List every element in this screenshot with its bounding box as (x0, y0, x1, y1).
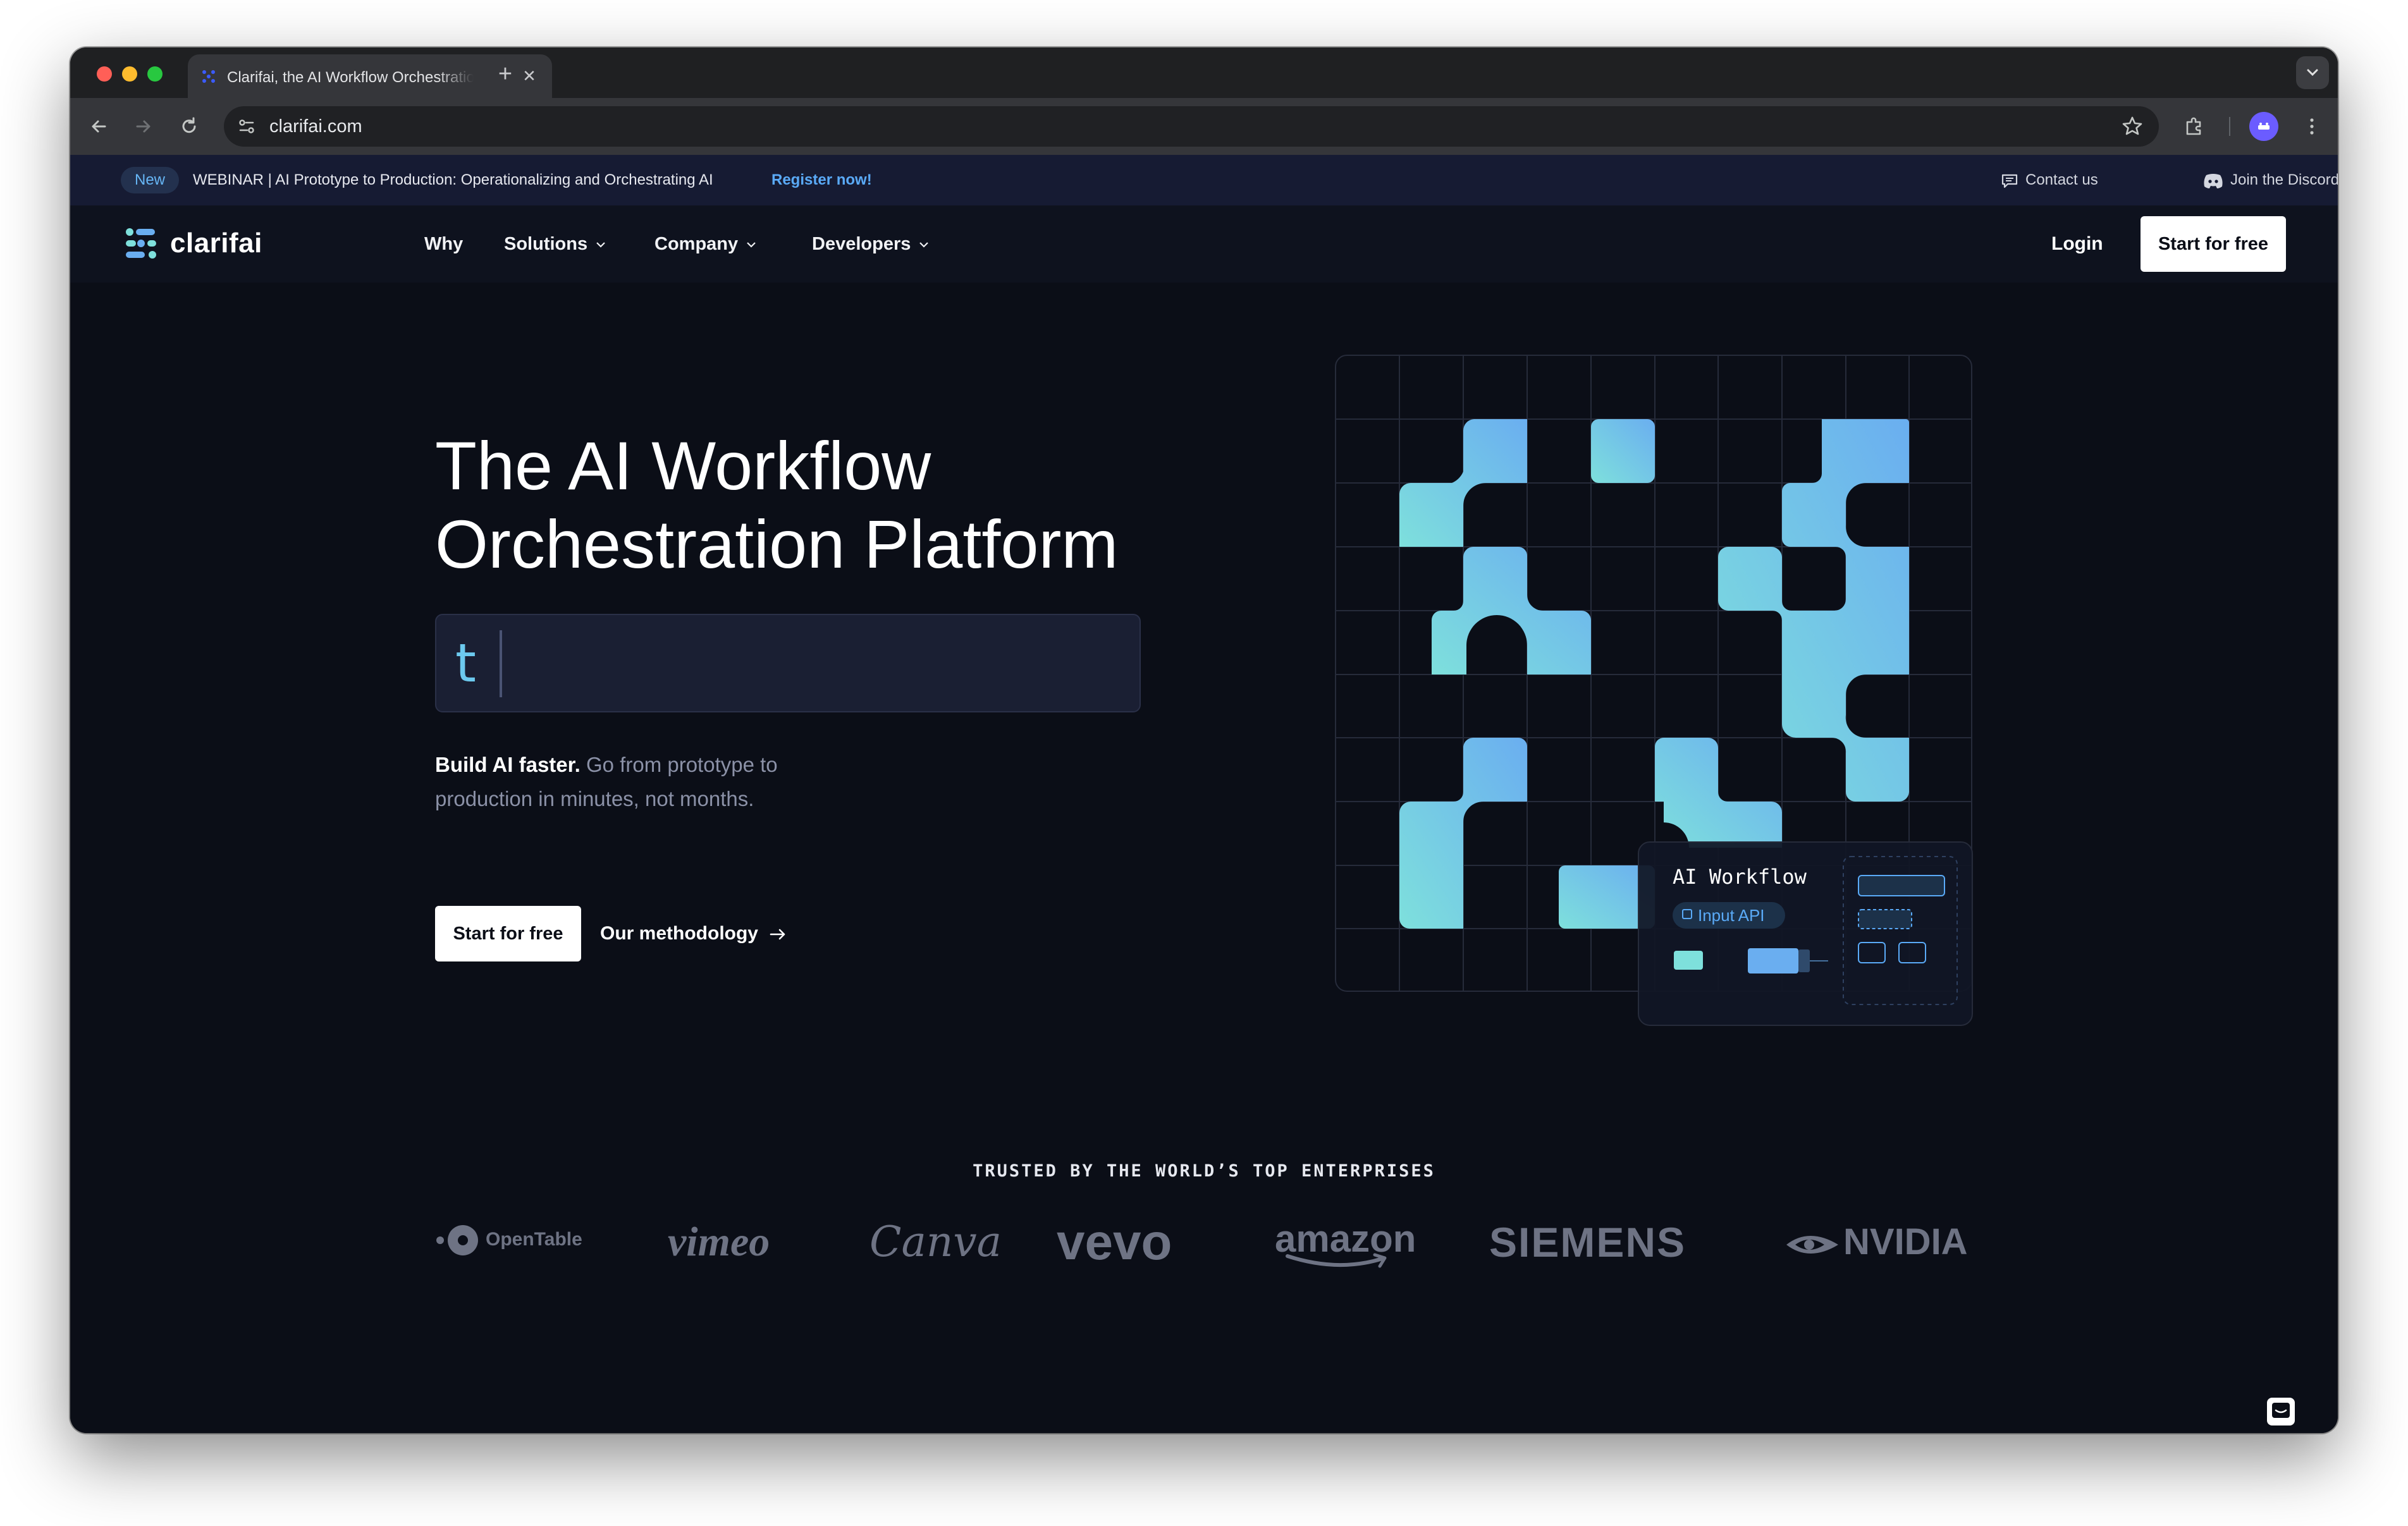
discord-icon (2204, 173, 2223, 188)
canva-logo: Canva (869, 1218, 1002, 1266)
minimize-window-button[interactable] (122, 66, 137, 82)
hero-title-line-2: Orchestration Platform (435, 506, 1119, 582)
arrow-right-icon (770, 929, 785, 940)
nvidia-wordmark: NVIDIA (1843, 1221, 1968, 1262)
nav-solutions[interactable]: Solutions (504, 231, 606, 257)
opentable-logo-icon (436, 1225, 478, 1256)
chat-bubble-icon (2001, 174, 2018, 188)
main-nav: clarifai Why Solutions Company Developer… (70, 205, 2338, 283)
kebab-icon[interactable] (2299, 114, 2325, 139)
amazon-smile-icon (1286, 1253, 1387, 1268)
reload-icon[interactable] (176, 114, 202, 139)
profile-avatar[interactable] (2249, 112, 2278, 141)
hero-title-line-1: The AI Workflow (435, 427, 931, 504)
web-page: New WEBINAR | AI Prototype to Production… (70, 155, 2338, 1433)
arrow-left-icon[interactable] (86, 114, 111, 139)
close-window-button[interactable] (97, 66, 112, 82)
chevron-down-icon (919, 242, 929, 248)
vimeo-logo: vimeo (668, 1219, 770, 1265)
nvidia-logo: NVIDIA (1784, 1217, 1968, 1267)
tab-search-button[interactable] (2296, 56, 2329, 89)
chat-icon (2272, 1403, 2290, 1418)
workflow-card-title: AI Workflow (1673, 865, 1807, 889)
chat-widget-button[interactable] (2267, 1398, 2295, 1425)
address-bar[interactable]: clarifai.com (224, 106, 2159, 147)
toolbar-divider (2229, 117, 2230, 136)
browser-window: Clarifai, the AI Workflow Orchestration … (70, 47, 2338, 1433)
prompt-input[interactable]: t (435, 614, 1141, 712)
star-icon[interactable] (2120, 114, 2145, 139)
nvidia-eye-icon (1786, 1235, 1838, 1254)
hero-subtitle-bold: Build AI faster. (435, 753, 580, 776)
nav-developers-label: Developers (812, 234, 911, 254)
discord-label: Join the Discord (2230, 171, 2338, 188)
close-tab-icon[interactable]: ✕ (519, 66, 539, 86)
methodology-link[interactable]: Our methodology (600, 920, 787, 948)
input-api-badge: Input API (1698, 906, 1765, 925)
start-for-free-hero-button[interactable]: Start for free (435, 906, 581, 961)
contact-us-label: Contact us (2025, 171, 2098, 188)
nav-company[interactable]: Company (654, 231, 757, 257)
discord-link[interactable]: Join the Discord (2202, 167, 2338, 193)
new-tab-button[interactable]: + (493, 61, 518, 87)
login-button[interactable]: Login (2051, 231, 2103, 257)
puzzle-icon[interactable] (2182, 114, 2207, 139)
url-text: clarifai.com (269, 116, 362, 137)
hero-subtitle: Build AI faster. Go from prototype to pr… (435, 748, 878, 816)
opentable-logo: OpenTable (435, 1222, 582, 1258)
profile-icon (2258, 123, 2270, 130)
chevron-down-icon (2307, 69, 2318, 76)
tab-title: Clarifai, the AI Workflow Orchestration … (227, 69, 474, 86)
brand-name: clarifai (170, 228, 262, 259)
announcement-banner: New WEBINAR | AI Prototype to Production… (70, 155, 2338, 207)
clarifai-favicon-icon (202, 70, 215, 83)
nav-solutions-label: Solutions (504, 234, 588, 254)
arrow-right-icon[interactable] (131, 114, 156, 139)
prompt-typed-text: t (455, 632, 476, 694)
text-caret (500, 630, 502, 697)
register-link[interactable]: Register now! (771, 167, 872, 193)
amazon-logo: amazon (1275, 1217, 1416, 1268)
trusted-heading: TRUSTED BY THE WORLD’S TOP ENTERPRISES (973, 1161, 1435, 1181)
ai-workflow-card: AI Workflow Input API (1638, 841, 1973, 1026)
chevron-down-icon (747, 242, 756, 248)
nav-company-label: Company (654, 234, 739, 254)
methodology-label: Our methodology (600, 923, 758, 944)
contact-us-link[interactable]: Contact us (2000, 167, 2098, 193)
vevo-logo: vevo (1057, 1214, 1172, 1270)
nav-why[interactable]: Why (424, 231, 463, 257)
site-info-icon[interactable] (235, 115, 258, 138)
banner-text: WEBINAR | AI Prototype to Production: Op… (193, 171, 713, 188)
opentable-wordmark: OpenTable (486, 1229, 582, 1250)
tab-strip: Clarifai, the AI Workflow Orchestration … (70, 47, 2338, 98)
hero-title: The AI Workflow Orchestration Platform (435, 427, 1384, 583)
nav-why-label: Why (424, 234, 464, 254)
chevron-down-icon (596, 242, 605, 248)
start-for-free-nav-button[interactable]: Start for free (2141, 216, 2286, 272)
clarifai-logo-icon (126, 228, 156, 259)
workflow-grid-illustration: AI Workflow Input API (1335, 355, 1973, 1026)
maximize-window-button[interactable] (147, 66, 163, 82)
browser-toolbar: clarifai.com (70, 98, 2338, 155)
new-badge: New (121, 167, 180, 193)
nav-developers[interactable]: Developers (812, 231, 930, 257)
siemens-logo: SIEMENS (1489, 1219, 1686, 1266)
